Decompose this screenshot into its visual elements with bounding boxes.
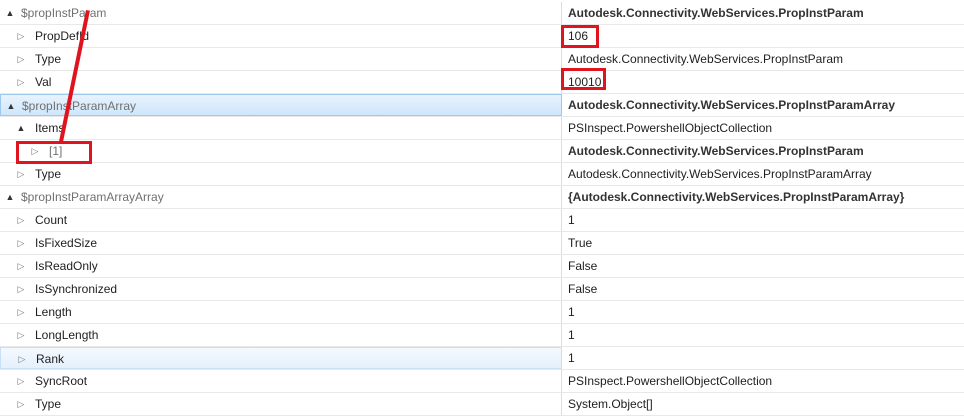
property-name: IsFixedSize bbox=[35, 236, 98, 250]
expanded-arrow-icon[interactable]: ▲ bbox=[15, 117, 27, 139]
name-cell: ▲ $propInstParamArray bbox=[0, 94, 562, 116]
collapsed-arrow-icon[interactable]: ▷ bbox=[15, 209, 27, 231]
collapsed-arrow-icon[interactable]: ▷ bbox=[15, 393, 27, 415]
tree-row-propinstparamarrayarray[interactable]: ▲ $propInstParamArrayArray {Autodesk.Con… bbox=[0, 186, 964, 209]
value-text: {Autodesk.Connectivity.WebServices.PropI… bbox=[568, 190, 905, 204]
property-name: Type bbox=[35, 167, 62, 181]
tree-row-type[interactable]: ▷ Type Autodesk.Connectivity.WebServices… bbox=[0, 48, 964, 71]
name-cell: ▷ Type bbox=[0, 48, 562, 70]
tree-row-items[interactable]: ▲ Items PSInspect.PowershellObjectCollec… bbox=[0, 117, 964, 140]
value-text: System.Object[] bbox=[568, 397, 653, 411]
name-cell: ▷ Type bbox=[0, 163, 562, 185]
property-name: Count bbox=[35, 213, 68, 227]
name-cell: ▷ SyncRoot bbox=[0, 370, 562, 392]
tree-row-val[interactable]: ▷ Val 10010 bbox=[0, 71, 964, 94]
value-text: 1 bbox=[568, 351, 575, 365]
expanded-arrow-icon[interactable]: ▲ bbox=[5, 95, 17, 117]
value-text: Autodesk.Connectivity.WebServices.PropIn… bbox=[568, 52, 844, 66]
property-name: Length bbox=[35, 305, 72, 319]
value-text: Autodesk.Connectivity.WebServices.PropIn… bbox=[568, 144, 864, 158]
highlight-box-propdefid-value bbox=[561, 25, 599, 48]
value-text: False bbox=[568, 259, 598, 273]
collapsed-arrow-icon[interactable]: ▷ bbox=[15, 232, 27, 254]
property-name: Type bbox=[35, 52, 62, 66]
object-inspector-grid: ▲ $propInstParam Autodesk.Connectivity.W… bbox=[0, 0, 964, 416]
value-text: PSInspect.PowershellObjectCollection bbox=[568, 374, 773, 388]
tree-row-isreadonly[interactable]: ▷ IsReadOnly False bbox=[0, 255, 964, 278]
value-text: 1 bbox=[568, 328, 575, 342]
value-text: 1 bbox=[568, 305, 575, 319]
tree-row-length[interactable]: ▷ Length 1 bbox=[0, 301, 964, 324]
property-name: Rank bbox=[36, 352, 65, 366]
tree-row-count[interactable]: ▷ Count 1 bbox=[0, 209, 964, 232]
value-text: Autodesk.Connectivity.WebServices.PropIn… bbox=[568, 98, 895, 112]
property-name: IsSynchronized bbox=[35, 282, 118, 296]
tree-row-type[interactable]: ▷ Type System.Object[] bbox=[0, 393, 964, 416]
variable-name: $propInstParam bbox=[21, 6, 107, 20]
collapsed-arrow-icon[interactable]: ▷ bbox=[15, 163, 27, 185]
value-text: False bbox=[568, 282, 598, 296]
tree-row-propinstparam[interactable]: ▲ $propInstParam Autodesk.Connectivity.W… bbox=[0, 2, 964, 25]
property-name: SyncRoot bbox=[35, 374, 88, 388]
tree-row-longlength[interactable]: ▷ LongLength 1 bbox=[0, 324, 964, 347]
property-name: Type bbox=[35, 397, 62, 411]
tree-row-propdefid[interactable]: ▷ PropDefId 106 bbox=[0, 25, 964, 48]
collapsed-arrow-icon[interactable]: ▷ bbox=[15, 324, 27, 346]
variable-name: $propInstParamArrayArray bbox=[21, 190, 164, 204]
collapsed-arrow-icon[interactable]: ▷ bbox=[15, 278, 27, 300]
name-cell: ▷ Count bbox=[0, 209, 562, 231]
tree-row-issynchronized[interactable]: ▷ IsSynchronized False bbox=[0, 278, 964, 301]
tree-row-item-1[interactable]: ▷ [1] Autodesk.Connectivity.WebServices.… bbox=[0, 140, 964, 163]
name-cell: ▷ IsSynchronized bbox=[0, 278, 562, 300]
property-name: LongLength bbox=[35, 328, 99, 342]
name-cell: ▲ Items bbox=[0, 117, 562, 139]
collapsed-arrow-icon[interactable]: ▷ bbox=[15, 255, 27, 277]
name-cell: ▷ Rank bbox=[0, 347, 562, 369]
name-cell: ▷ IsFixedSize bbox=[0, 232, 562, 254]
tree-row-syncroot[interactable]: ▷ SyncRoot PSInspect.PowershellObjectCol… bbox=[0, 370, 964, 393]
collapsed-arrow-icon[interactable]: ▷ bbox=[15, 25, 27, 47]
collapsed-arrow-icon[interactable]: ▷ bbox=[15, 48, 27, 70]
tree-row-rank[interactable]: ▷ Rank 1 bbox=[0, 347, 964, 370]
name-cell: ▷ LongLength bbox=[0, 324, 562, 346]
collapsed-arrow-icon[interactable]: ▷ bbox=[16, 348, 28, 370]
tree-row-propinstparamarray[interactable]: ▲ $propInstParamArray Autodesk.Connectiv… bbox=[0, 94, 964, 117]
value-text: Autodesk.Connectivity.WebServices.PropIn… bbox=[568, 167, 872, 181]
property-name: Val bbox=[35, 75, 52, 89]
value-text: True bbox=[568, 236, 593, 250]
highlight-box-item-1 bbox=[16, 141, 92, 164]
name-cell: ▷ Length bbox=[0, 301, 562, 323]
collapsed-arrow-icon[interactable]: ▷ bbox=[15, 370, 27, 392]
collapsed-arrow-icon[interactable]: ▷ bbox=[15, 301, 27, 323]
name-cell: ▷ Type bbox=[0, 393, 562, 415]
tree-row-type[interactable]: ▷ Type Autodesk.Connectivity.WebServices… bbox=[0, 163, 964, 186]
property-name: IsReadOnly bbox=[35, 259, 98, 273]
name-cell: ▷ IsReadOnly bbox=[0, 255, 562, 277]
collapsed-arrow-icon[interactable]: ▷ bbox=[15, 71, 27, 93]
name-cell: ▷ Val bbox=[0, 71, 562, 93]
expanded-arrow-icon[interactable]: ▲ bbox=[4, 2, 16, 24]
tree-row-isfixedsize[interactable]: ▷ IsFixedSize True bbox=[0, 232, 964, 255]
expanded-arrow-icon[interactable]: ▲ bbox=[4, 186, 16, 208]
variable-name: $propInstParamArray bbox=[22, 99, 137, 113]
name-cell: ▲ $propInstParamArrayArray bbox=[0, 186, 562, 208]
value-text: Autodesk.Connectivity.WebServices.PropIn… bbox=[568, 6, 864, 20]
highlight-box-val-value bbox=[561, 68, 606, 90]
value-text: 1 bbox=[568, 213, 575, 227]
value-text: PSInspect.PowershellObjectCollection bbox=[568, 121, 773, 135]
